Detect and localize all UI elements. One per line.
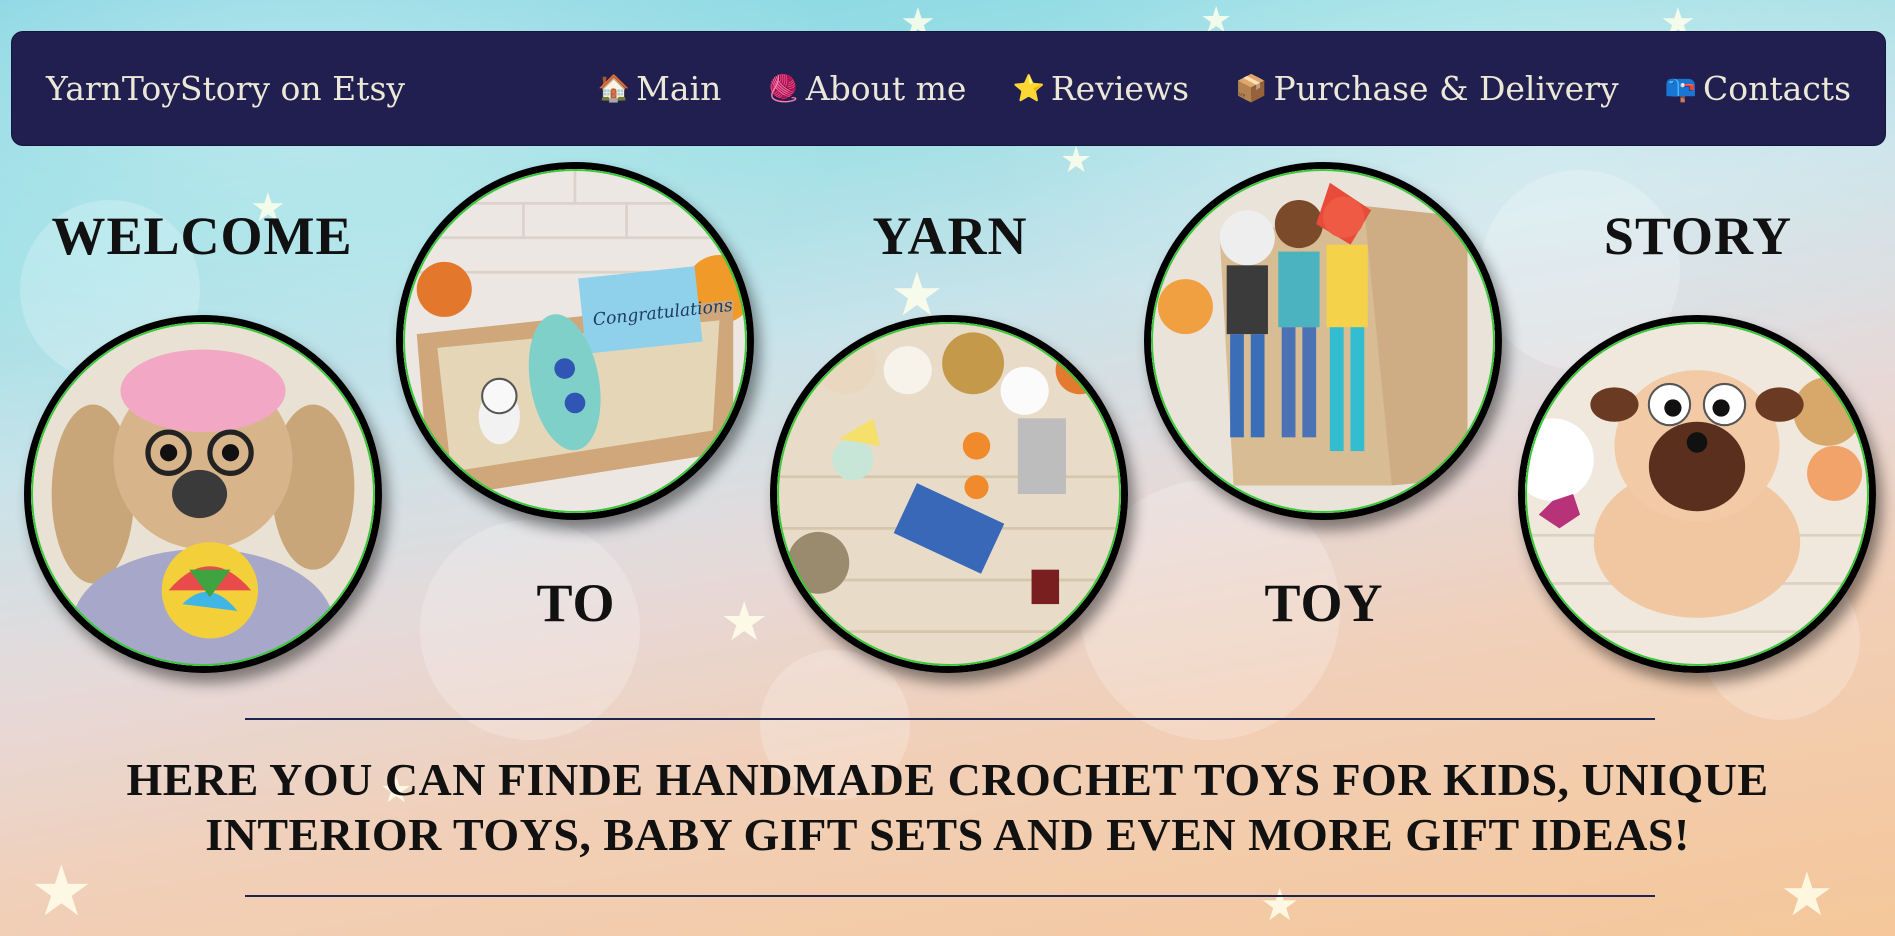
mailbox-icon: 📪 <box>1664 73 1698 104</box>
nav-contacts[interactable]: 📪 Contacts <box>1665 69 1851 108</box>
main-nav: 🏠 Main 🧶 About me ⭐ Reviews 📦 Purchase &… <box>598 32 1851 145</box>
star-icon: ⭐ <box>1012 73 1045 104</box>
photo-gift-box-rocket: Congratulations <box>396 162 754 520</box>
hero-word-story: STORY <box>1603 206 1793 266</box>
nav-reviews-label: Reviews <box>1050 69 1190 108</box>
nav-main-label: Main <box>636 69 722 108</box>
photo-pug-toy <box>1518 315 1876 673</box>
brand-link[interactable]: YarnToyStory on Etsy <box>46 32 405 145</box>
hero-word-to: TO <box>536 573 616 633</box>
house-icon: 🏠 <box>597 73 631 104</box>
nav-about-label: About me <box>805 69 967 108</box>
nav-purchase-label: Purchase & Delivery <box>1273 69 1619 108</box>
top-navbar: YarnToyStory on Etsy 🏠 Main 🧶 About me ⭐… <box>11 31 1886 146</box>
package-icon: 📦 <box>1235 73 1268 104</box>
nav-main[interactable]: 🏠 Main <box>598 69 722 108</box>
nav-contacts-label: Contacts <box>1703 69 1851 108</box>
nav-purchase-delivery[interactable]: 📦 Purchase & Delivery <box>1235 69 1619 108</box>
divider-bottom <box>245 895 1655 897</box>
hero-word-toy: TOY <box>1264 573 1384 633</box>
divider-top <box>245 718 1655 720</box>
nav-about-me[interactable]: 🧶 About me <box>767 69 966 108</box>
tagline: HERE YOU CAN FINDE HANDMADE CROCHET TOYS… <box>126 754 1769 860</box>
photo-doll-with-yarn <box>770 315 1128 673</box>
hero-word-welcome: WELCOME <box>51 206 353 266</box>
photo-animals-in-box <box>1144 162 1502 520</box>
yarn-ball-icon: 🧶 <box>767 73 800 104</box>
photo-bunny-toy <box>24 315 382 673</box>
nav-reviews[interactable]: ⭐ Reviews <box>1012 69 1189 108</box>
hero-word-yarn: YARN <box>872 206 1028 266</box>
